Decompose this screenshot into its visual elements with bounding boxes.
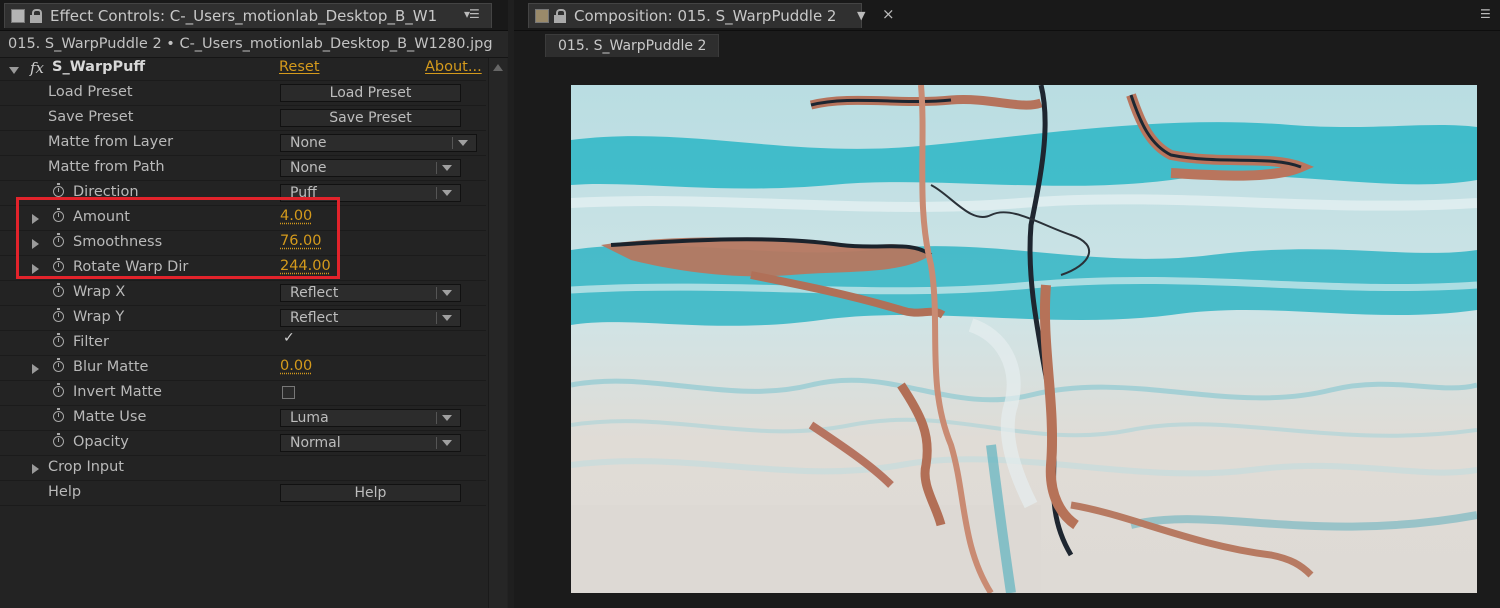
reset-link[interactable]: Reset: [279, 59, 320, 75]
effect-controls-tabbar: Effect Controls: C-_Users_motionlab_Desk…: [0, 0, 508, 31]
dropdown-arrow-icon: [442, 440, 452, 446]
matte-from-path-dropdown[interactable]: None: [280, 159, 461, 177]
composition-title: Composition: 015. S_WarpPuddle 2: [574, 7, 837, 25]
close-icon[interactable]: ×: [882, 5, 895, 23]
invert-matte-row: Invert Matte: [0, 381, 486, 406]
filter-label: Filter: [73, 334, 109, 350]
composition-swatch-icon: [535, 9, 549, 23]
matte-use-row: Matte Use Luma: [0, 406, 486, 431]
stopwatch-icon[interactable]: [53, 383, 64, 397]
stopwatch-icon[interactable]: [53, 358, 64, 372]
stopwatch-icon[interactable]: [53, 308, 64, 322]
opacity-label: Opacity: [73, 434, 129, 450]
fx-toggle-icon[interactable]: fx: [30, 59, 44, 77]
wrap-y-label: Wrap Y: [73, 309, 125, 325]
dropdown-arrow-icon: [442, 415, 452, 421]
help-row: Help Help: [0, 481, 486, 506]
effect-header-row[interactable]: fx S_WarpPuff Reset About...: [0, 58, 486, 81]
scroll-up-icon[interactable]: [493, 64, 503, 71]
effect-controls-panel: Effect Controls: C-_Users_motionlab_Desk…: [0, 0, 508, 608]
composition-panel: Composition: 015. S_WarpPuddle 2 ▼ × ☰ 0…: [514, 0, 1500, 608]
composition-subbar: 015. S_WarpPuddle 2: [514, 31, 1500, 57]
blur-matte-row: Blur Matte 0.00: [0, 356, 486, 381]
opacity-dropdown[interactable]: Normal: [280, 434, 461, 452]
effect-name: S_WarpPuff: [52, 59, 146, 75]
wrap-x-row: Wrap X Reflect: [0, 281, 486, 306]
dropdown-arrow-icon: [442, 290, 452, 296]
warped-image: [571, 85, 1477, 593]
matte-from-path-row: Matte from Path None: [0, 156, 486, 181]
save-preset-button[interactable]: Save Preset: [280, 109, 461, 127]
invert-matte-checkbox[interactable]: [282, 386, 295, 399]
expand-triangle-icon[interactable]: [32, 364, 39, 374]
effect-controls-title: Effect Controls: C-_Users_motionlab_Desk…: [50, 7, 438, 25]
save-preset-row: Save Preset Save Preset: [0, 106, 486, 131]
collapse-triangle-icon[interactable]: [9, 67, 19, 74]
wrap-x-dropdown[interactable]: Reflect: [280, 284, 461, 302]
dropdown-arrow-icon: [442, 165, 452, 171]
effect-controls-tab[interactable]: Effect Controls: C-_Users_motionlab_Desk…: [4, 3, 492, 28]
dropdown-arrow-icon: [458, 140, 468, 146]
matte-use-value: Luma: [290, 410, 329, 426]
help-button[interactable]: Help: [280, 484, 461, 502]
save-preset-label: Save Preset: [48, 109, 134, 125]
layer-path-bar: 015. S_WarpPuddle 2 • C-_Users_motionlab…: [0, 31, 508, 58]
panel-swatch-icon: [11, 9, 25, 23]
blur-matte-label: Blur Matte: [73, 359, 149, 375]
layer-path: 015. S_WarpPuddle 2 • C-_Users_motionlab…: [8, 36, 493, 52]
help-label: Help: [48, 484, 82, 500]
matte-use-dropdown[interactable]: Luma: [280, 409, 461, 427]
lock-icon[interactable]: [554, 9, 566, 23]
composition-dropdown-icon[interactable]: ▼: [857, 9, 866, 22]
stopwatch-icon[interactable]: [53, 433, 64, 447]
opacity-row: Opacity Normal: [0, 431, 486, 456]
about-link[interactable]: About...: [425, 59, 482, 75]
wrap-y-value: Reflect: [290, 310, 339, 326]
matte-from-layer-row: Matte from Layer None: [0, 131, 486, 156]
matte-from-layer-dropdown[interactable]: None: [280, 134, 477, 152]
stopwatch-icon[interactable]: [53, 183, 64, 197]
dropdown-arrow-icon: [442, 190, 452, 196]
dropdown-arrow-icon: [442, 315, 452, 321]
matte-from-path-label: Matte from Path: [48, 159, 165, 175]
composition-sub-tab[interactable]: 015. S_WarpPuddle 2: [545, 34, 720, 57]
opacity-value: Normal: [290, 435, 341, 451]
composition-tab[interactable]: Composition: 015. S_WarpPuddle 2: [528, 3, 862, 28]
stopwatch-icon[interactable]: [53, 333, 64, 347]
annotation-highlight-box: [16, 197, 340, 279]
matte-use-label: Matte Use: [73, 409, 147, 425]
invert-matte-label: Invert Matte: [73, 384, 162, 400]
blur-matte-value[interactable]: 0.00: [280, 358, 312, 374]
filter-row: Filter ✓: [0, 330, 486, 356]
matte-from-layer-label: Matte from Layer: [48, 134, 174, 150]
matte-from-path-value: None: [290, 160, 327, 176]
filter-checkbox[interactable]: ✓: [283, 330, 295, 346]
load-preset-label: Load Preset: [48, 84, 133, 100]
panel-menu-icon[interactable]: ☰: [1480, 7, 1491, 21]
wrap-x-value: Reflect: [290, 285, 339, 301]
stopwatch-icon[interactable]: [53, 283, 64, 297]
wrap-y-row: Wrap Y Reflect: [0, 306, 486, 331]
scrollbar[interactable]: [488, 58, 507, 608]
crop-input-row[interactable]: Crop Input: [0, 456, 486, 481]
load-preset-row: Load Preset Load Preset: [0, 81, 486, 106]
effect-properties: fx S_WarpPuff Reset About... Load Preset…: [0, 58, 486, 506]
composition-tabbar: Composition: 015. S_WarpPuddle 2 ▼ × ☰: [514, 0, 1500, 31]
stopwatch-icon[interactable]: [53, 408, 64, 422]
crop-input-label: Crop Input: [48, 459, 124, 475]
expand-triangle-icon[interactable]: [32, 464, 39, 474]
lock-icon[interactable]: [30, 9, 42, 23]
matte-from-layer-value: None: [290, 135, 327, 151]
composition-viewer[interactable]: [571, 85, 1477, 593]
panel-menu-icon[interactable]: ▾☰: [464, 7, 480, 21]
load-preset-button[interactable]: Load Preset: [280, 84, 461, 102]
wrap-y-dropdown[interactable]: Reflect: [280, 309, 461, 327]
wrap-x-label: Wrap X: [73, 284, 126, 300]
